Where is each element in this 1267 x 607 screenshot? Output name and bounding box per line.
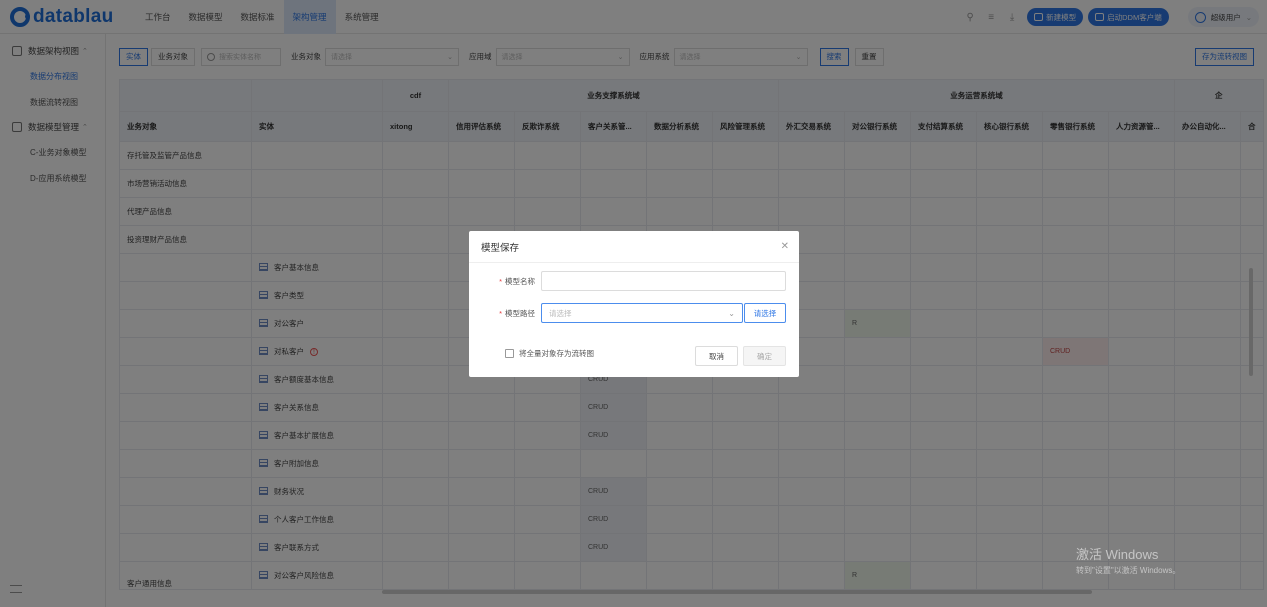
model-path-placeholder: 请选择 bbox=[549, 308, 572, 318]
watermark-line2: 转到"设置"以激活 Windows。 bbox=[1076, 566, 1181, 575]
confirm-button[interactable]: 确定 bbox=[743, 346, 786, 366]
save-all-as-flow-checkbox-row[interactable]: 将全量对象存为流转图 bbox=[505, 348, 594, 359]
path-select-button[interactable]: 请选择 bbox=[744, 303, 786, 323]
model-name-input[interactable] bbox=[541, 271, 786, 291]
save-all-as-flow-checkbox[interactable] bbox=[505, 349, 514, 358]
windows-activation-watermark: 激活 Windows 转到"设置"以激活 Windows。 bbox=[1076, 544, 1180, 576]
model-path-row: * 模型路径 请选择 ⌄ 请选择 bbox=[469, 303, 786, 323]
chevron-down-icon: ⌄ bbox=[728, 308, 735, 318]
watermark-line1: 激活 Windows bbox=[1076, 547, 1159, 562]
cancel-button[interactable]: 取消 bbox=[695, 346, 738, 366]
model-path-select[interactable]: 请选择 ⌄ bbox=[541, 303, 743, 323]
model-path-label: * 模型路径 bbox=[499, 308, 535, 318]
save-model-dialog: 模型保存 ✕ * 模型名称 * 模型路径 请选择 ⌄ 请选择 将全量对象存为流转图 … bbox=[469, 231, 799, 377]
model-name-row: * 模型名称 bbox=[469, 271, 786, 291]
checkbox-label: 将全量对象存为流转图 bbox=[519, 349, 594, 358]
close-icon[interactable]: ✕ bbox=[781, 241, 789, 252]
dialog-title: 模型保存 bbox=[469, 231, 799, 263]
model-name-label: * 模型名称 bbox=[499, 276, 535, 286]
